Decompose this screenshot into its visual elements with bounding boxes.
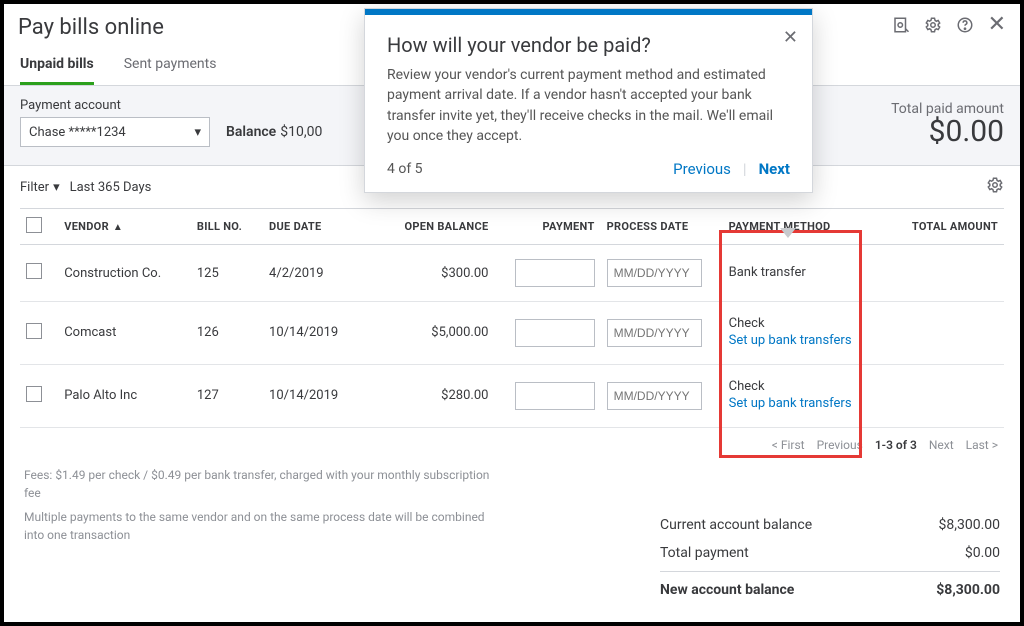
payment-account-value: Chase *****1234 <box>29 125 126 140</box>
cell-bill-no: 125 <box>191 245 263 302</box>
tour-close-icon[interactable]: ✕ <box>783 27 798 48</box>
col-process-date[interactable]: PROCESS DATE <box>601 209 723 245</box>
tour-step: 4 of 5 <box>387 161 423 177</box>
cell-vendor: Palo Alto Inc <box>58 364 191 427</box>
table-settings-gear-icon[interactable] <box>986 176 1004 198</box>
summary-new-label: New account balance <box>660 582 794 598</box>
table-row: Palo Alto Inc12710/14/2019$280.00 CheckSe… <box>20 364 1004 427</box>
payment-input[interactable] <box>515 382 595 410</box>
cell-bill-no: 126 <box>191 302 263 365</box>
cell-vendor: Construction Co. <box>58 245 191 302</box>
cell-total-amount <box>877 245 1004 302</box>
summary-current-value: $8,300.00 <box>938 517 1000 533</box>
summary-total-value: $0.00 <box>965 545 1000 561</box>
tour-previous-button[interactable]: Previous <box>673 160 731 178</box>
filter-range: Last 365 Days <box>70 180 152 195</box>
summary-current-label: Current account balance <box>660 517 812 533</box>
balance-label: Balance <box>226 124 276 140</box>
fees-text-line2: Multiple payments to the same vendor and… <box>24 508 504 544</box>
help-icon[interactable] <box>956 16 974 39</box>
pager-next[interactable]: Next <box>929 438 954 452</box>
summary-total-label: Total payment <box>660 545 749 561</box>
total-paid-amount: $0.00 <box>891 117 1004 147</box>
setup-bank-transfers-link[interactable]: Set up bank transfers <box>729 333 871 350</box>
process-date-input[interactable] <box>607 259 702 287</box>
pager-range: 1-3 of 3 <box>875 438 917 452</box>
settings-gear-icon[interactable] <box>924 16 942 39</box>
payment-input[interactable] <box>515 319 595 347</box>
cell-open-balance: $5,000.00 <box>369 302 494 365</box>
payment-account-label: Payment account <box>20 98 210 113</box>
history-icon[interactable] <box>892 16 910 39</box>
col-vendor[interactable]: VENDOR▲ <box>58 209 191 245</box>
cell-due-date: 4/2/2019 <box>263 245 369 302</box>
table-row: Comcast12610/14/2019$5,000.00 CheckSet up… <box>20 302 1004 365</box>
cell-open-balance: $300.00 <box>369 245 494 302</box>
fees-text-line1: Fees: $1.49 per check / $0.49 per bank t… <box>24 466 504 502</box>
chevron-down-icon: ▾ <box>53 180 60 195</box>
col-open-balance[interactable]: OPEN BALANCE <box>369 209 494 245</box>
process-date-input[interactable] <box>607 382 702 410</box>
summary-new-value: $8,300.00 <box>936 582 1000 598</box>
tour-body: Review your vendor's current payment met… <box>387 65 790 146</box>
cell-payment-method: Bank transfer <box>723 245 877 302</box>
cell-payment-method: CheckSet up bank transfers <box>723 302 877 365</box>
tab-sent-payments[interactable]: Sent payments <box>124 50 217 85</box>
pager-previous[interactable]: Previous <box>817 438 863 452</box>
chevron-down-icon: ▾ <box>194 125 201 140</box>
cell-vendor: Comcast <box>58 302 191 365</box>
cell-due-date: 10/14/2019 <box>263 364 369 427</box>
col-due-date[interactable]: DUE DATE <box>263 209 369 245</box>
cell-bill-no: 127 <box>191 364 263 427</box>
close-icon[interactable]: ✕ <box>988 16 1006 39</box>
select-all-checkbox[interactable] <box>26 217 42 233</box>
tab-unpaid-bills[interactable]: Unpaid bills <box>20 50 94 85</box>
table-row: Construction Co.1254/2/2019$300.00 Bank t… <box>20 245 1004 302</box>
cell-due-date: 10/14/2019 <box>263 302 369 365</box>
row-checkbox[interactable] <box>26 323 42 339</box>
pager-first[interactable]: < First <box>772 438 805 452</box>
pager-last[interactable]: Last > <box>966 438 998 452</box>
tour-title: How will your vendor be paid? <box>387 33 790 57</box>
callout-pointer-icon <box>780 228 796 238</box>
cell-total-amount <box>877 302 1004 365</box>
cell-total-amount <box>877 364 1004 427</box>
tour-popover: ✕ How will your vendor be paid? Review y… <box>364 8 813 193</box>
separator: | <box>743 160 747 178</box>
col-bill-no[interactable]: BILL NO. <box>191 209 263 245</box>
filter-label: Filter <box>20 180 49 195</box>
row-checkbox[interactable] <box>26 386 42 402</box>
tour-next-button[interactable]: Next <box>759 160 790 178</box>
col-payment-method[interactable]: PAYMENT METHOD <box>723 209 877 245</box>
col-payment[interactable]: PAYMENT <box>494 209 600 245</box>
filter-button[interactable]: Filter ▾ <box>20 180 60 195</box>
cell-payment-method: CheckSet up bank transfers <box>723 364 877 427</box>
col-total-amount[interactable]: TOTAL AMOUNT <box>877 209 1004 245</box>
sort-asc-icon: ▲ <box>113 222 123 233</box>
balance-value: $10,00 <box>280 124 322 140</box>
payment-account-select[interactable]: Chase *****1234 ▾ <box>20 117 210 147</box>
row-checkbox[interactable] <box>26 263 42 279</box>
cell-open-balance: $280.00 <box>369 364 494 427</box>
setup-bank-transfers-link[interactable]: Set up bank transfers <box>729 396 871 413</box>
payment-input[interactable] <box>515 259 595 287</box>
process-date-input[interactable] <box>607 319 702 347</box>
